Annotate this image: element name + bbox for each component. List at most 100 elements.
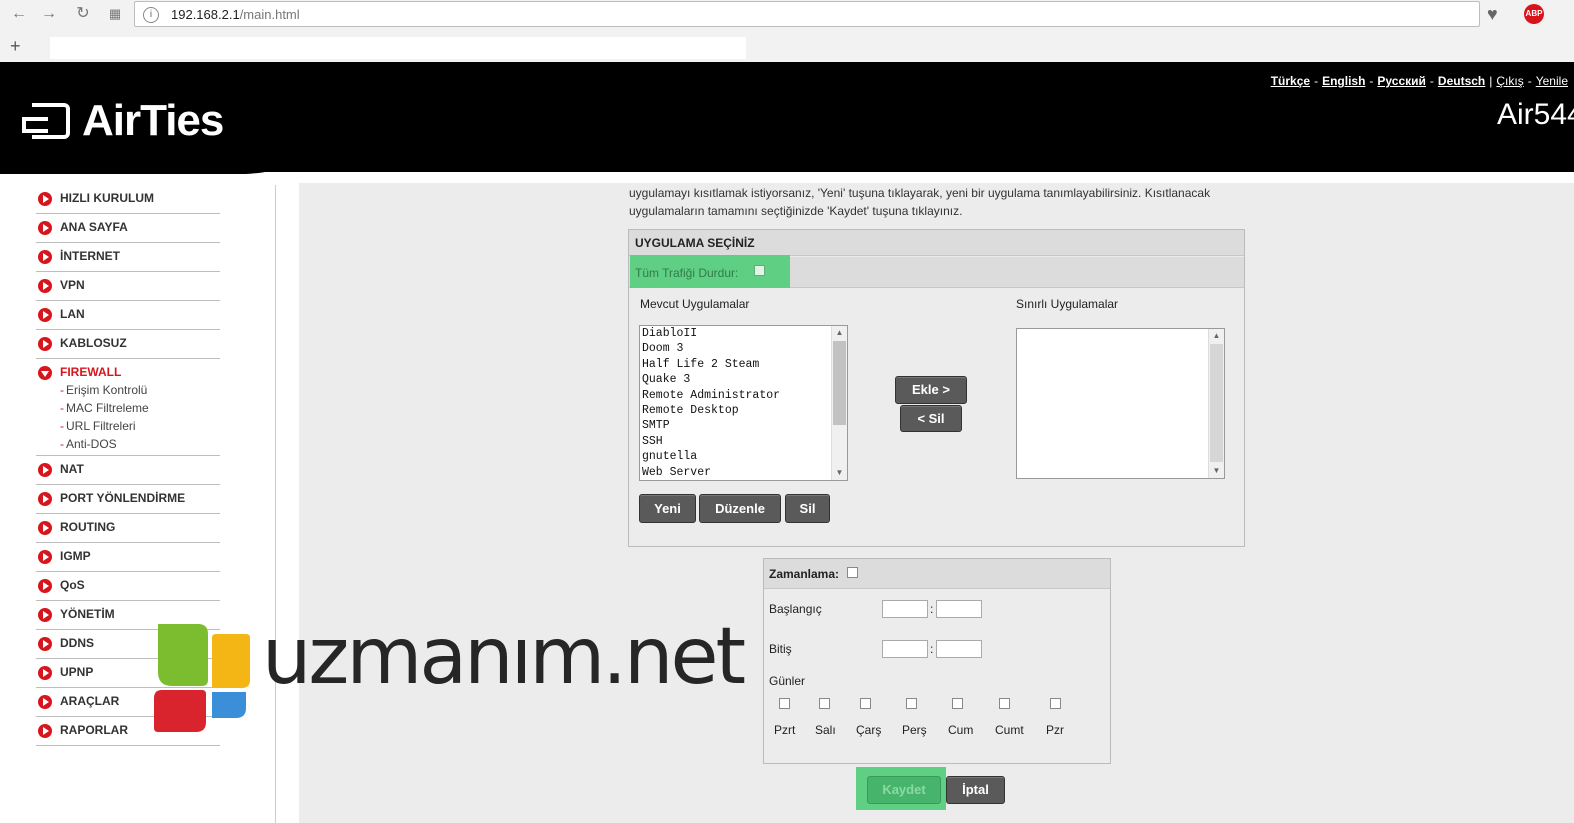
arrow-bullet-icon — [38, 521, 52, 535]
scroll-thumb[interactable] — [833, 341, 846, 425]
forward-icon[interactable]: → — [40, 5, 58, 23]
sidebar-group-firewall: FIREWALL - Erişim Kontrolü - MAC Filtrelem… — [36, 359, 220, 456]
arrow-bullet-icon — [38, 695, 52, 709]
day-checkbox-sali[interactable] — [819, 698, 830, 709]
scroll-down-icon[interactable]: ▼ — [832, 466, 847, 480]
schedule-checkbox[interactable] — [847, 567, 858, 578]
available-apps-list[interactable]: DiabloII Doom 3 Half Life 2 Steam Quake … — [639, 325, 848, 481]
day-label-cars: Çarş — [856, 723, 882, 737]
new-tab-icon[interactable]: + — [10, 36, 21, 57]
adblock-icon[interactable]: ABP — [1524, 4, 1544, 24]
day-checkbox-cars[interactable] — [860, 698, 871, 709]
arrow-bullet-icon — [38, 724, 52, 738]
reload-icon[interactable]: ↻ — [74, 5, 92, 23]
scroll-down-icon[interactable]: ▼ — [1209, 464, 1224, 478]
new-button[interactable]: Yeni — [639, 494, 696, 523]
arrow-bullet-icon — [38, 492, 52, 506]
list-item[interactable]: Remote Desktop — [640, 403, 847, 418]
day-checkbox-pers[interactable] — [906, 698, 917, 709]
language-links: Türkçe - English - Русский - Deutsch | Çıkış - Yen… — [1270, 74, 1568, 88]
sidebar-item-port-yonlendirme[interactable]: PORT YÖNLENDİRME — [36, 485, 220, 514]
end-hour-input[interactable] — [882, 640, 928, 658]
list-item[interactable]: SMTP — [640, 418, 847, 433]
stop-all-label: Tüm Trafiği Durdur: — [635, 266, 739, 280]
apps-icon[interactable]: ▦ — [106, 5, 124, 23]
sidebar-item-hizli-kurulum[interactable]: HIZLI KURULUM — [36, 185, 220, 214]
arrow-bullet-icon — [38, 308, 52, 322]
days-label: Günler — [769, 674, 806, 688]
list-item[interactable]: Doom 3 — [640, 341, 847, 356]
sidebar-item-internet[interactable]: İNTERNET — [36, 243, 220, 272]
browser-chrome: ← → ↻ ▦ i 192.168.2.1/main.html ♥ ABP + — [0, 0, 1574, 62]
start-colon: : — [930, 602, 934, 616]
cancel-button[interactable]: İptal — [946, 776, 1005, 804]
add-button[interactable]: Ekle > — [895, 376, 967, 404]
sidebar-item-igmp[interactable]: IGMP — [36, 543, 220, 572]
arrow-bullet-icon — [38, 192, 52, 206]
sidebar-subitem-erisim-kontrolu[interactable]: - Erişim Kontrolü — [60, 383, 147, 397]
start-minute-input[interactable] — [936, 600, 982, 618]
airties-logo: AirTies — [22, 96, 224, 146]
list-scrollbar[interactable]: ▲ ▼ — [1208, 329, 1224, 478]
logout-link[interactable]: Çıkış — [1496, 74, 1523, 88]
start-label: Başlangıç — [769, 602, 822, 616]
sidebar-subitem-url-filtreleri[interactable]: - URL Filtreleri — [60, 419, 136, 433]
sidebar-item-nat[interactable]: NAT — [36, 456, 220, 485]
arrow-bullet-icon — [38, 579, 52, 593]
stop-all-checkbox[interactable] — [754, 265, 765, 276]
airties-logo-icon — [22, 103, 70, 139]
sidebar-item-qos[interactable]: QoS — [36, 572, 220, 601]
day-label-pzr: Pzr — [1046, 723, 1064, 737]
day-checkbox-pzr[interactable] — [1050, 698, 1061, 709]
sidebar-subitem-anti-dos[interactable]: - Anti-DOS — [60, 437, 117, 451]
end-minute-input[interactable] — [936, 640, 982, 658]
sidebar-item-firewall[interactable]: FIREWALL — [60, 365, 121, 379]
delete-button[interactable]: Sil — [785, 494, 830, 523]
sidebar-item-routing[interactable]: ROUTING — [36, 514, 220, 543]
list-item[interactable]: SSH — [640, 434, 847, 449]
lang-german-link[interactable]: Deutsch — [1438, 74, 1485, 88]
lang-english-link[interactable]: English — [1322, 74, 1365, 88]
url-text[interactable]: 192.168.2.1/main.html — [171, 7, 300, 22]
intro-text: uygulamayı kısıtlamak istiyorsanız, 'Yen… — [629, 186, 1211, 218]
scroll-up-icon[interactable]: ▲ — [832, 326, 847, 340]
back-icon[interactable]: ← — [10, 5, 28, 23]
sidebar-item-vpn[interactable]: VPN — [36, 272, 220, 301]
day-checkbox-pzrt[interactable] — [779, 698, 790, 709]
refresh-link[interactable]: Yenile — [1536, 74, 1568, 88]
sidebar-item-ana-sayfa[interactable]: ANA SAYFA — [36, 214, 220, 243]
list-item[interactable]: Half Life 2 Steam — [640, 357, 847, 372]
list-scrollbar[interactable]: ▲ ▼ — [831, 326, 847, 480]
list-item[interactable]: Web Server — [640, 465, 847, 480]
edit-button[interactable]: Düzenle — [699, 494, 781, 523]
scroll-thumb[interactable] — [1210, 344, 1223, 462]
restricted-apps-list[interactable]: ▲ ▼ — [1016, 328, 1225, 479]
arrow-bullet-icon — [38, 637, 52, 651]
day-checkbox-cumt[interactable] — [999, 698, 1010, 709]
model-name: Air5442 — [1497, 98, 1574, 131]
list-item[interactable]: DiabloII — [640, 326, 847, 341]
start-hour-input[interactable] — [882, 600, 928, 618]
list-item[interactable]: Quake 3 — [640, 372, 847, 387]
day-label-sali: Salı — [815, 723, 836, 737]
arrow-down-bullet-icon — [38, 366, 52, 380]
site-info-icon[interactable]: i — [143, 7, 159, 23]
day-label-pers: Perş — [902, 723, 927, 737]
list-item[interactable]: Remote Administrator — [640, 388, 847, 403]
address-bar[interactable]: i 192.168.2.1/main.html — [134, 1, 1480, 27]
lang-russian-link[interactable]: Русский — [1377, 74, 1426, 88]
day-checkbox-cum[interactable] — [952, 698, 963, 709]
uzmanim-logo-icon — [154, 624, 250, 737]
lang-turkish-link[interactable]: Türkçe — [1271, 74, 1310, 88]
list-item[interactable]: gnutella — [640, 449, 847, 464]
save-button[interactable]: Kaydet — [867, 776, 941, 804]
sidebar-item-kablosuz[interactable]: KABLOSUZ — [36, 330, 220, 359]
sidebar-item-lan[interactable]: LAN — [36, 301, 220, 330]
panel-title: UYGULAMA SEÇİNİZ — [629, 230, 1244, 256]
scroll-up-icon[interactable]: ▲ — [1209, 329, 1224, 343]
remove-button[interactable]: < Sil — [900, 405, 962, 432]
bookmark-heart-icon[interactable]: ♥ — [1487, 4, 1498, 25]
available-apps-label: Mevcut Uygulamalar — [640, 297, 750, 311]
end-colon: : — [930, 642, 934, 656]
sidebar-subitem-mac-filtreleme[interactable]: - MAC Filtreleme — [60, 401, 149, 415]
